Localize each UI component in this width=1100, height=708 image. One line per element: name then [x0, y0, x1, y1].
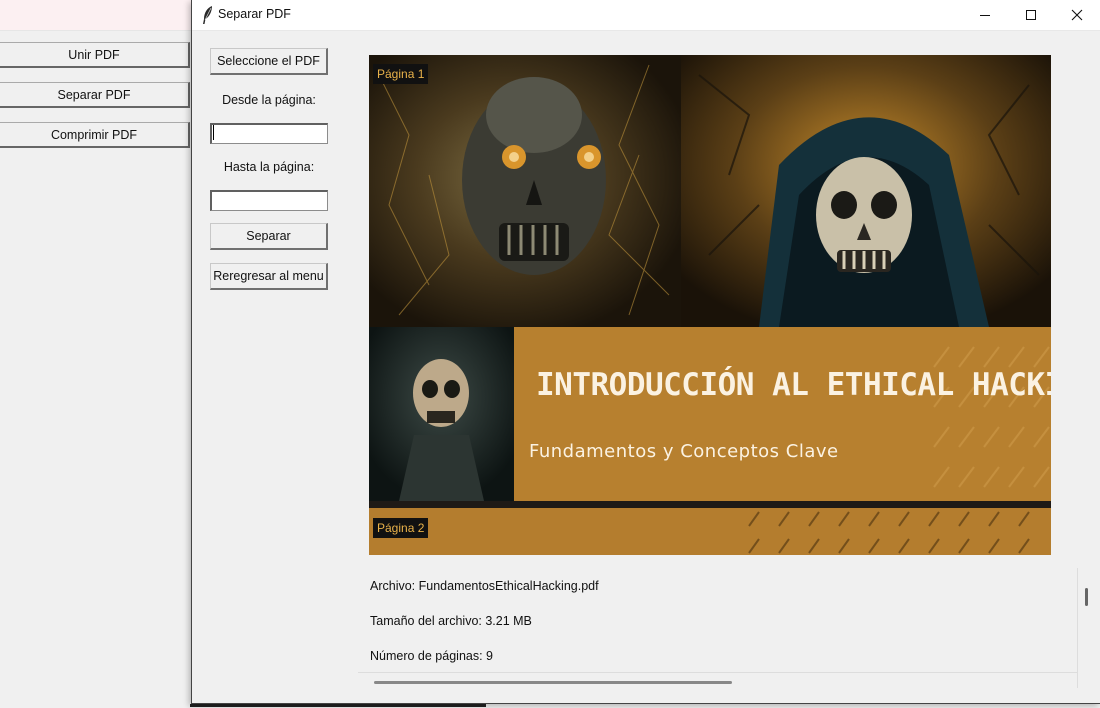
cover-title: INTRODUCCIÓN AL ETHICAL HACKING: [536, 367, 1051, 403]
page-1-tag: Página 1: [373, 64, 429, 84]
feather-icon: [203, 6, 212, 24]
main-menu-window: Unir PDF Separar PDF Comprimir PDF: [0, 0, 192, 708]
main-menu-titlebar: [0, 0, 192, 31]
from-page-label: Desde la página:: [222, 93, 316, 107]
horizontal-scrollbar-thumb[interactable]: [374, 681, 732, 684]
page-separator: [369, 501, 1051, 508]
page-2-stripe-pattern: [748, 511, 1030, 554]
window-title: Separar PDF: [218, 7, 291, 21]
cover-subtitle: Fundamentos y Conceptos Clave: [529, 441, 839, 462]
pdf-preview: Página 1 INTRODUCCIÓN AL ETHICAL HACKING…: [369, 55, 1051, 555]
close-button[interactable]: [1054, 0, 1100, 30]
minimize-button[interactable]: [962, 0, 1008, 30]
split-pdf-window: Separar PDF Seleccione el PDF Desde la p…: [191, 0, 1100, 704]
merge-pdf-button[interactable]: Unir PDF: [0, 42, 190, 68]
cover-title-band: INTRODUCCIÓN AL ETHICAL HACKING Fundamen…: [514, 327, 1051, 501]
horizontal-scrollbar[interactable]: [358, 672, 1078, 687]
vertical-scrollbar-thumb[interactable]: [1085, 588, 1088, 606]
maximize-icon: [1026, 10, 1036, 20]
text-caret: [213, 125, 214, 140]
from-page-input[interactable]: [210, 123, 328, 144]
split-button[interactable]: Separar: [210, 223, 328, 250]
vertical-scrollbar[interactable]: [1077, 568, 1096, 688]
maximize-button[interactable]: [1008, 0, 1054, 30]
file-name-info: Archivo: FundamentosEthicalHacking.pdf: [370, 579, 599, 593]
compress-pdf-button[interactable]: Comprimir PDF: [0, 122, 190, 148]
window-titlebar[interactable]: Separar PDF: [192, 0, 1100, 31]
back-to-menu-button[interactable]: Reregresar al menu: [210, 263, 328, 290]
close-icon: [1071, 9, 1083, 21]
stripe-pattern: [933, 346, 1050, 488]
split-pdf-button[interactable]: Separar PDF: [0, 82, 190, 108]
file-size-info: Tamaño del archivo: 3.21 MB: [370, 614, 532, 628]
background-window-edge: [190, 704, 486, 707]
minimize-icon: [980, 15, 990, 16]
page-2-preview: Página 2: [369, 508, 1051, 555]
to-page-input[interactable]: [210, 190, 328, 211]
page-count-info: Número de páginas: 9: [370, 649, 493, 663]
select-pdf-button[interactable]: Seleccione el PDF: [210, 48, 328, 75]
page-2-tag: Página 2: [373, 518, 429, 538]
to-page-label: Hasta la página:: [223, 160, 315, 174]
